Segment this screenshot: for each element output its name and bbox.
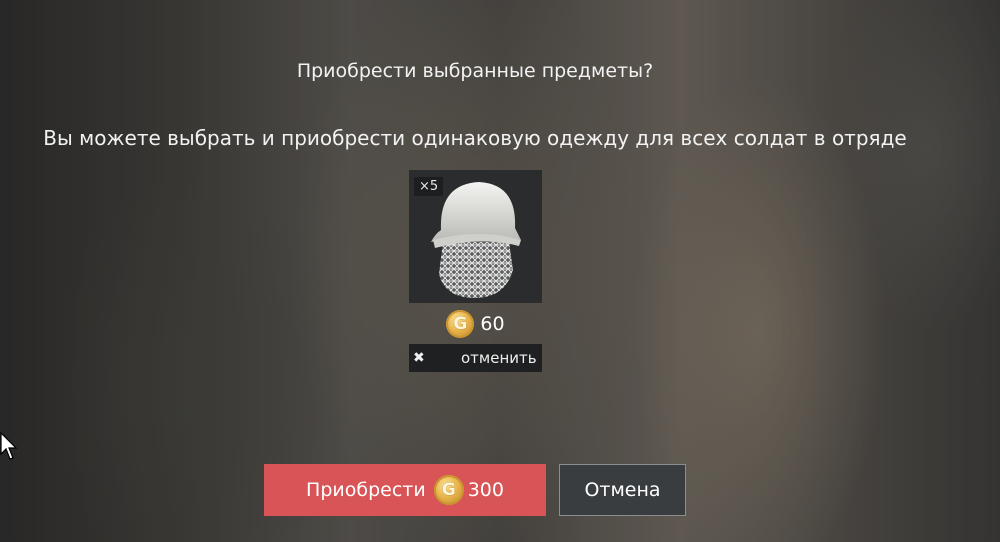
purchase-screen: Приобрести выбранные предметы? Вы можете…: [0, 0, 1000, 542]
buy-button-label: Приобрести: [306, 479, 426, 501]
purchase-dialog: Приобрести выбранные предметы? Вы можете…: [0, 0, 1000, 542]
mouse-cursor-icon: [0, 432, 18, 460]
cancel-item-label: отменить: [461, 349, 537, 367]
gold-coin-icon: [433, 475, 464, 505]
item-price-value: 60: [480, 313, 505, 335]
item-card[interactable]: ×5: [409, 170, 542, 303]
close-icon: ✖: [413, 350, 425, 366]
dialog-subtitle: Вы можете выбрать и приобрести одинакову…: [43, 126, 907, 150]
cancel-item-button[interactable]: ✖ отменить: [409, 344, 542, 372]
cancel-button[interactable]: Отмена: [559, 464, 686, 516]
dialog-title: Приобрести выбранные предметы?: [296, 60, 654, 82]
buy-button[interactable]: Приобрести 300: [264, 464, 546, 516]
item-price: 60: [409, 308, 542, 340]
buy-button-price: 300: [467, 479, 504, 501]
item-count-badge: ×5: [414, 177, 444, 196]
gold-coin-icon: [446, 310, 475, 338]
